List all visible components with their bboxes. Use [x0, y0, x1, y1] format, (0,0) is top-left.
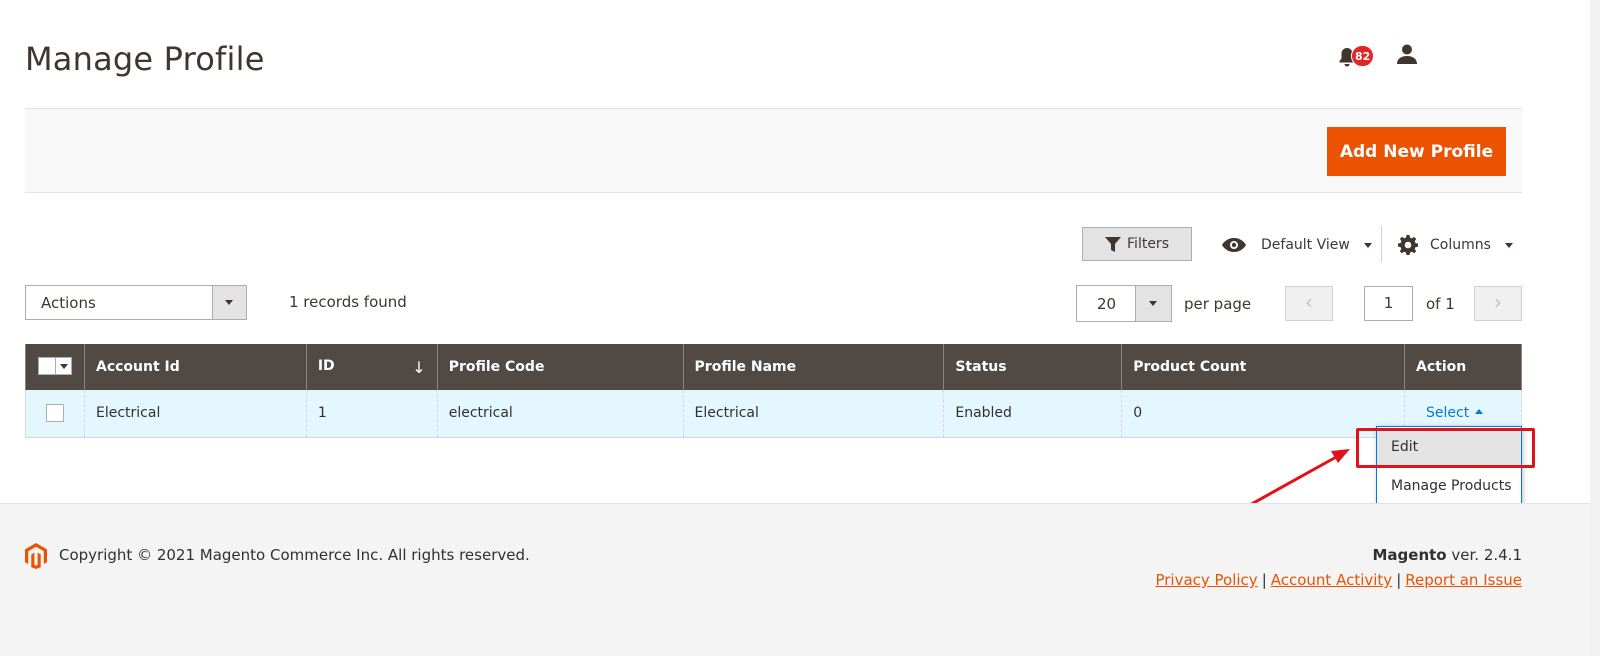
header-select-all[interactable]	[25, 344, 85, 390]
row-action-select-label: Select	[1426, 405, 1470, 422]
row-select-cell	[25, 390, 85, 438]
column-id[interactable]: ID ↓	[305, 344, 438, 390]
current-page-input[interactable]: 1	[1364, 286, 1413, 321]
records-found: 1 records found	[289, 293, 407, 311]
annotation-highlight-box	[1356, 428, 1535, 468]
table-row[interactable]: Electrical 1 electrical Electrical Enabl…	[25, 390, 1522, 438]
cell-status: Enabled	[943, 390, 1123, 438]
notifications-button[interactable]: 82	[1336, 44, 1376, 72]
chevron-left-icon: ‹	[1305, 290, 1313, 314]
default-view-label: Default View	[1261, 237, 1350, 253]
column-profile-name[interactable]: Profile Name	[682, 344, 945, 390]
per-page-select[interactable]: 20	[1076, 285, 1172, 322]
page-scrollbar[interactable]	[1590, 0, 1600, 656]
report-issue-link[interactable]: Report an Issue	[1405, 571, 1522, 589]
sort-arrow-down-icon: ↓	[412, 357, 426, 377]
grid-header-row: Account Id ID ↓ Profile Code Profile Nam…	[25, 344, 1522, 390]
previous-page-button[interactable]: ‹	[1285, 286, 1333, 321]
chevron-down-icon	[1363, 242, 1372, 248]
select-all-checkbox[interactable]	[38, 356, 72, 375]
filter-icon	[1105, 236, 1122, 252]
chevron-down-icon	[1149, 301, 1157, 306]
header-actions: 82	[1336, 40, 1436, 70]
column-status[interactable]: Status	[943, 344, 1123, 390]
add-new-profile-button[interactable]: Add New Profile	[1327, 127, 1506, 176]
cell-profile-name: Electrical	[682, 390, 945, 438]
column-profile-code[interactable]: Profile Code	[436, 344, 684, 390]
magento-logo-icon	[25, 543, 47, 569]
cell-id: 1	[305, 390, 438, 438]
brand-name: Magento	[1372, 546, 1447, 564]
per-page-value: 20	[1097, 295, 1117, 313]
filters-label: Filters	[1127, 236, 1169, 252]
page-title: Manage Profile	[25, 40, 265, 78]
row-action-select[interactable]: Select	[1416, 405, 1484, 422]
chevron-down-icon	[225, 300, 233, 305]
filters-button[interactable]: Filters	[1082, 227, 1192, 261]
profiles-grid: Account Id ID ↓ Profile Code Profile Nam…	[25, 344, 1522, 438]
row-checkbox[interactable]	[45, 404, 64, 423]
notification-count-badge: 82	[1351, 45, 1375, 67]
mass-actions-toggle[interactable]	[212, 286, 246, 319]
columns-label: Columns	[1430, 237, 1491, 253]
privacy-policy-link[interactable]: Privacy Policy	[1155, 571, 1257, 589]
page-footer: Copyright © 2021 Magento Commerce Inc. A…	[0, 503, 1600, 656]
chevron-up-icon	[1475, 408, 1484, 414]
version-info: Magento ver. 2.4.1	[1373, 546, 1523, 564]
cell-profile-code: electrical	[436, 390, 684, 438]
user-icon[interactable]	[1396, 43, 1418, 65]
cell-account-id: Electrical	[83, 390, 307, 438]
next-page-button[interactable]: ›	[1474, 286, 1522, 321]
mass-actions-select[interactable]: Actions	[25, 285, 247, 320]
footer-links: Privacy Policy | Account Activity | Report a…	[1155, 571, 1522, 589]
chevron-right-icon: ›	[1494, 290, 1502, 314]
per-page-toggle[interactable]	[1135, 286, 1171, 321]
columns-dropdown[interactable]: Columns	[1398, 231, 1513, 259]
column-id-label: ID	[317, 357, 335, 374]
link-separator: |	[1396, 571, 1402, 589]
eye-icon	[1222, 238, 1246, 252]
column-product-count[interactable]: Product Count	[1121, 344, 1405, 390]
toolbar-divider	[1381, 226, 1382, 262]
column-account-id[interactable]: Account Id	[83, 344, 307, 390]
chevron-down-icon	[1504, 242, 1513, 248]
version-text: ver. 2.4.1	[1446, 546, 1522, 564]
action-menu-manage-products[interactable]: Manage Products	[1377, 467, 1521, 505]
mass-actions-label: Actions	[41, 294, 96, 312]
page-total: of 1	[1426, 295, 1455, 313]
gear-icon	[1398, 235, 1418, 255]
link-separator: |	[1261, 571, 1267, 589]
column-action: Action	[1404, 344, 1522, 390]
default-view-dropdown[interactable]: Default View	[1221, 231, 1372, 259]
account-activity-link[interactable]: Account Activity	[1271, 571, 1392, 589]
copyright-text: Copyright © 2021 Magento Commerce Inc. A…	[59, 546, 530, 564]
per-page-label: per page	[1184, 295, 1252, 313]
page-action-bar: Add New Profile	[25, 108, 1522, 193]
